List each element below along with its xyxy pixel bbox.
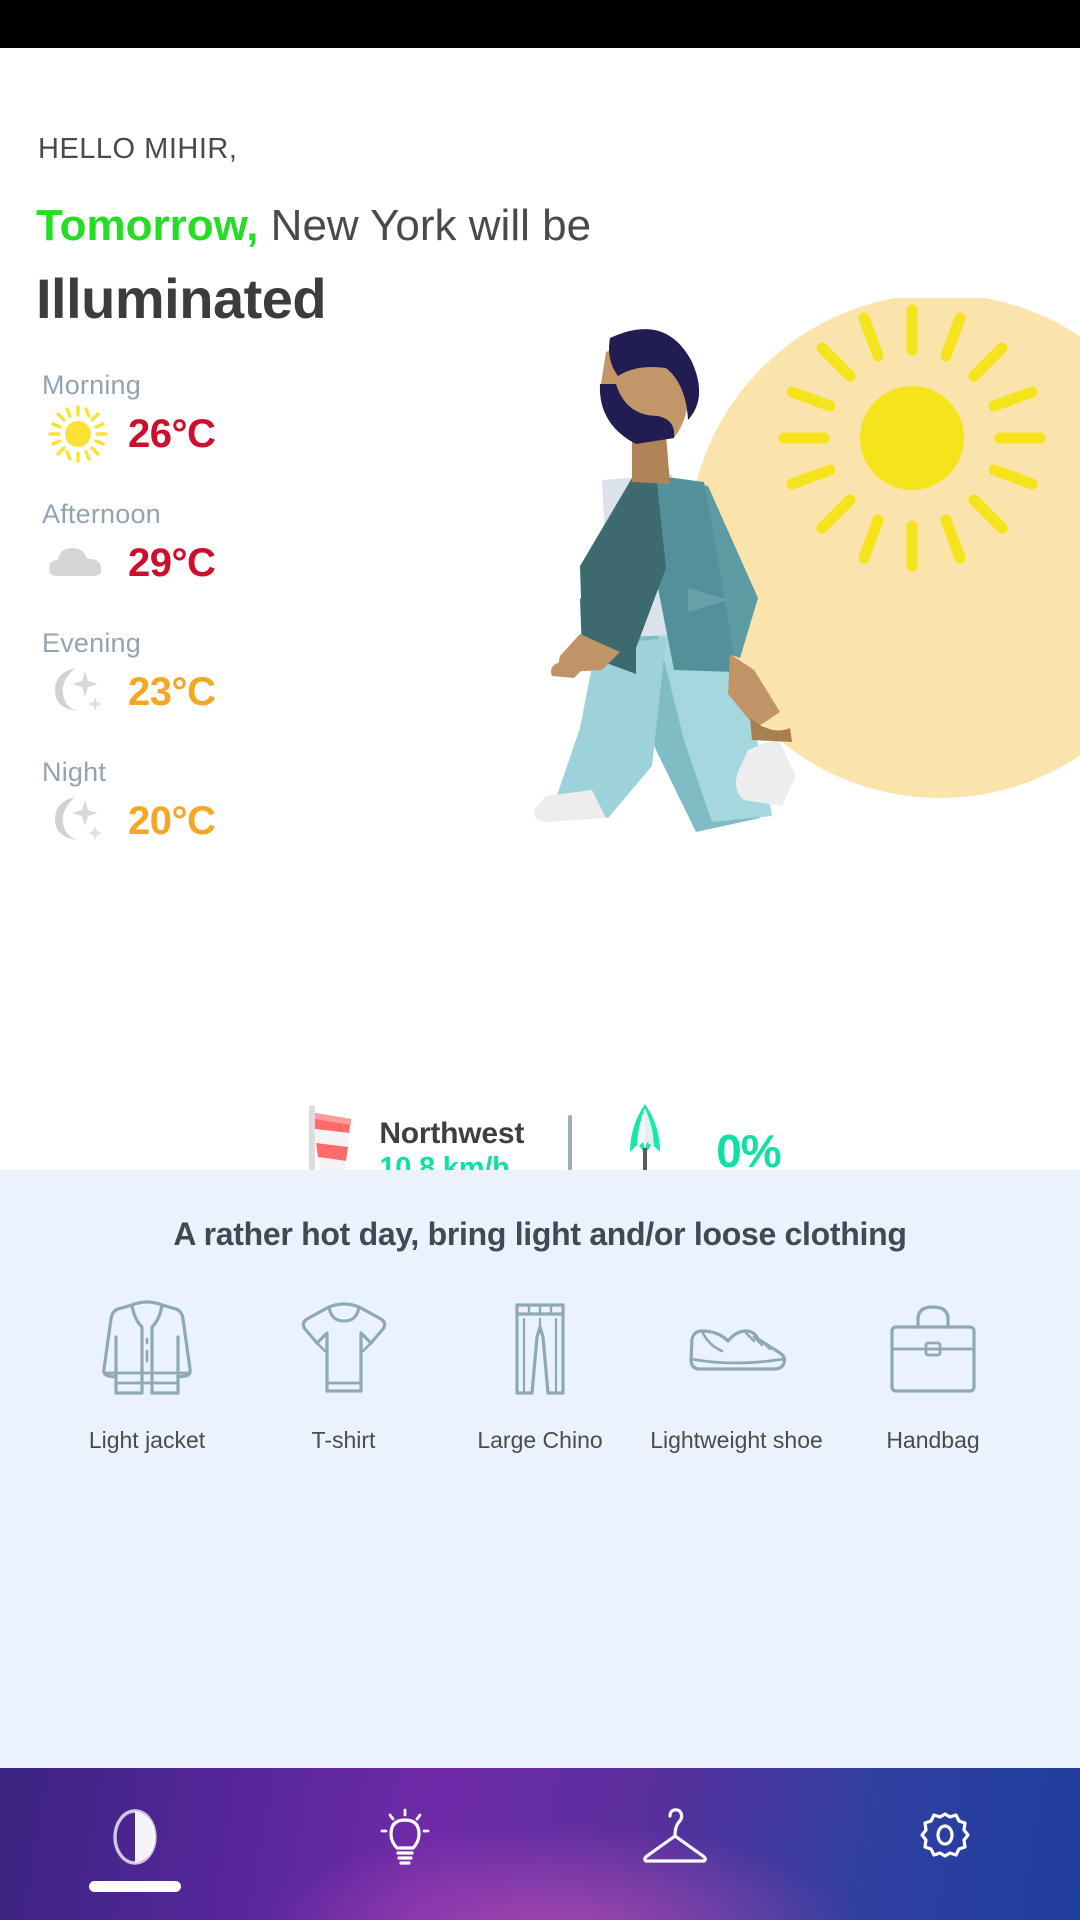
rain-chance: 0% <box>716 1124 781 1171</box>
clothing-advice-section: A rather hot day, bring light and/or loo… <box>0 1170 1080 1842</box>
home-indicator <box>89 1881 181 1892</box>
wind-direction: Northwest <box>379 1116 525 1150</box>
person-graphic <box>533 329 796 832</box>
slot-label: Night <box>42 757 107 787</box>
clothing-label: Lightweight shoe <box>650 1427 823 1453</box>
nav-item-settings[interactable] <box>810 1768 1080 1906</box>
forecast-slot-morning: Morning 26°C <box>42 370 322 463</box>
moon-stars-icon <box>42 792 114 850</box>
status-bar <box>0 0 1080 48</box>
headline-location: New York will be <box>258 201 592 250</box>
clothing-item-large-chino[interactable]: Large Chino <box>449 1295 631 1457</box>
clothing-item-handbag[interactable]: Handbag <box>842 1295 1024 1457</box>
trousers-icon <box>487 1295 593 1403</box>
slot-label: Evening <box>42 628 141 658</box>
clothing-item-tshirt[interactable]: T-shirt <box>253 1295 435 1457</box>
wind-metric: Northwest 10.8 km/h <box>299 1099 524 1170</box>
forecast-slot-evening: Evening 23°C <box>42 628 322 721</box>
metrics-divider <box>568 1114 573 1170</box>
page-title: Tomorrow, New York will be <box>36 204 591 248</box>
rain-metric: 0% <box>616 1098 782 1171</box>
weather-panel: HELLO MIHIR, Tomorrow, New York will be … <box>0 48 1080 1170</box>
sun-icon <box>42 405 114 463</box>
nav-item-wardrobe[interactable] <box>540 1768 810 1906</box>
forecast-slot-night: Night 20°C <box>42 757 322 850</box>
clothing-label: Large Chino <box>477 1427 603 1453</box>
contrast-icon <box>109 1805 161 1869</box>
briefcase-icon <box>880 1295 986 1403</box>
headline-day: Tomorrow, <box>36 201 259 250</box>
clothing-label: Handbag <box>886 1427 980 1453</box>
forecast-slot-afternoon: Afternoon 29°C <box>42 499 322 592</box>
sun-graphic <box>778 304 1046 572</box>
clothing-list: Light jacket T-shirt Large Chino Lightwe… <box>0 1295 1080 1457</box>
umbrella-icon <box>616 1098 674 1170</box>
clothing-item-lightweight-shoe[interactable]: Lightweight shoe <box>646 1295 828 1457</box>
slot-temperature: 26°C <box>128 411 216 456</box>
tshirt-icon <box>291 1295 397 1403</box>
weather-illustration <box>533 298 1080 832</box>
slot-label: Morning <box>42 370 141 400</box>
forecast-list: Morning 26°C Afternoon 29°C Evening 23°C… <box>42 370 322 850</box>
condition-text: Illuminated <box>36 267 327 330</box>
nav-item-contrast[interactable] <box>0 1768 270 1906</box>
wind-speed: 10.8 km/h <box>379 1152 510 1170</box>
greeting-text: HELLO MIHIR, <box>38 133 238 165</box>
hanger-icon <box>639 1805 711 1869</box>
conditions-strip: Northwest 10.8 km/h 0% <box>0 1098 1080 1170</box>
bottom-navigation <box>0 1768 1080 1920</box>
advice-title: A rather hot day, bring light and/or loo… <box>173 1216 907 1252</box>
gear-icon <box>916 1805 974 1869</box>
slot-label: Afternoon <box>42 499 161 529</box>
slot-temperature: 23°C <box>128 669 216 714</box>
clothing-item-light-jacket[interactable]: Light jacket <box>56 1295 238 1457</box>
clothing-label: T-shirt <box>311 1427 376 1453</box>
slot-temperature: 29°C <box>128 540 216 585</box>
sneaker-icon <box>684 1295 790 1403</box>
windsock-icon <box>299 1099 361 1170</box>
jacket-icon <box>94 1295 200 1403</box>
nav-item-tips[interactable] <box>270 1768 540 1906</box>
cloud-icon <box>42 534 114 592</box>
clothing-label: Light jacket <box>88 1427 206 1453</box>
lightbulb-icon <box>378 1805 432 1869</box>
slot-temperature: 20°C <box>128 798 216 843</box>
moon-stars-icon <box>42 663 114 721</box>
